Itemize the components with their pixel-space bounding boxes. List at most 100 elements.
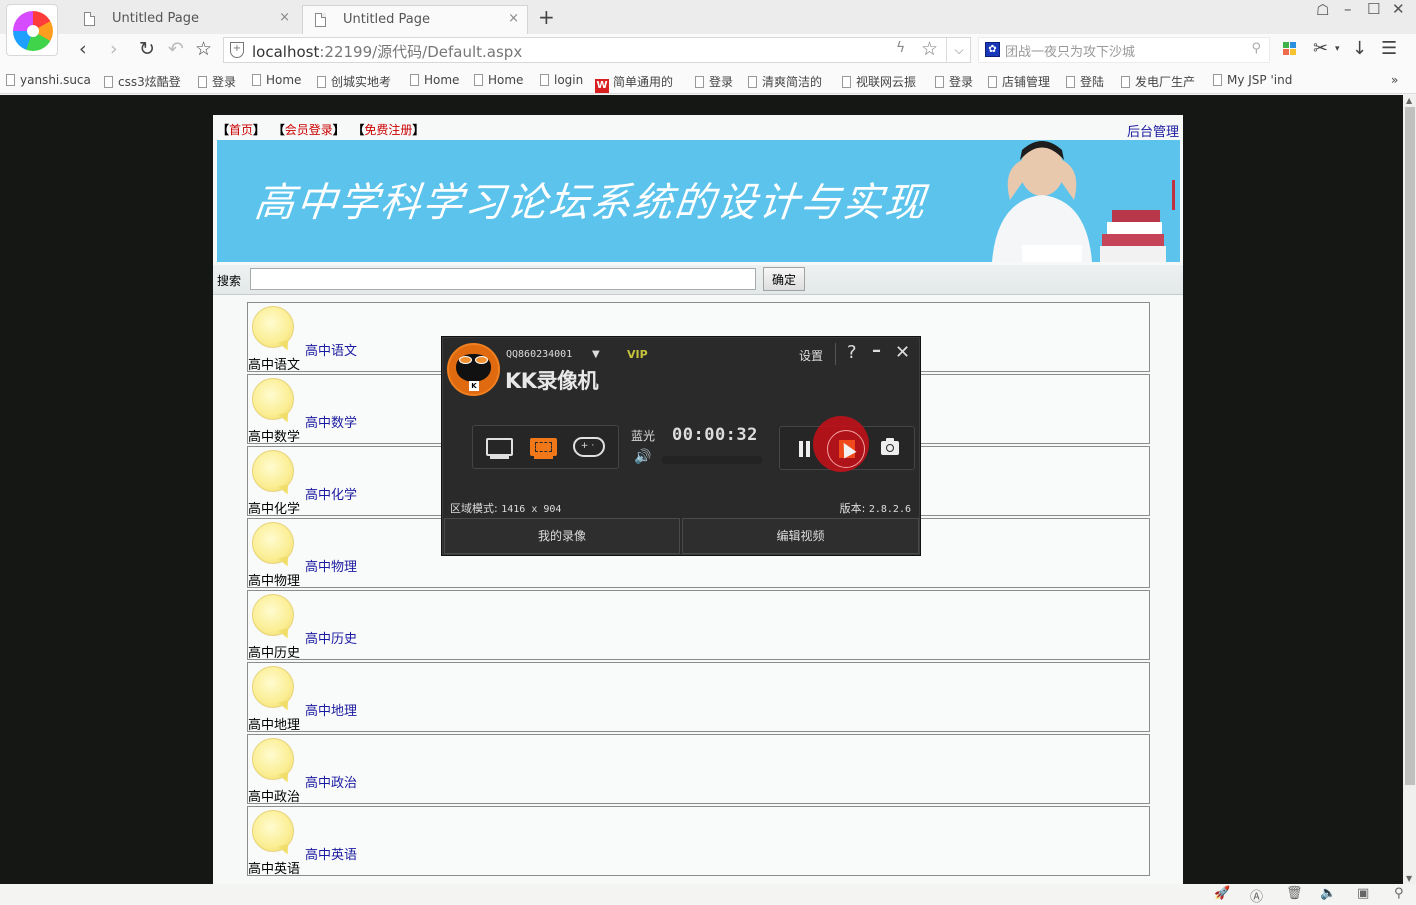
- trash-icon[interactable]: 🗑: [1286, 886, 1303, 901]
- undo-close-button[interactable]: ↶: [168, 38, 184, 60]
- bookmark-item[interactable]: Home: [252, 73, 301, 87]
- game-mode-icon[interactable]: +·: [573, 436, 605, 458]
- forum-link[interactable]: 高中英语: [305, 844, 357, 863]
- kk-settings-button[interactable]: 设置: [799, 347, 823, 364]
- close-window-button[interactable]: ✕: [1392, 0, 1405, 18]
- account-dropdown-icon[interactable]: ▼: [592, 349, 600, 360]
- bookmark-item[interactable]: 登录: [935, 73, 973, 90]
- register-link[interactable]: 免费注册: [364, 123, 412, 137]
- search-input[interactable]: [250, 268, 756, 290]
- tab-bar: Untitled Page × Untitled Page × + ☖ – ☐ …: [0, 0, 1416, 34]
- bookmark-item[interactable]: My JSP 'ind: [1213, 73, 1292, 87]
- kk-close-button[interactable]: ✕: [895, 342, 910, 363]
- tab-untitled-page-1[interactable]: Untitled Page ×: [72, 5, 298, 34]
- bookmark-item[interactable]: css3炫酷登: [104, 73, 181, 90]
- skin-icon[interactable]: ☖: [1316, 1, 1329, 19]
- url-text[interactable]: localhost:22199/源代码/Default.aspx: [252, 41, 522, 62]
- tab-title: Untitled Page: [343, 12, 431, 27]
- bookmark-item[interactable]: 登录: [695, 73, 733, 90]
- search-box[interactable]: ✿ 团战一夜只为攻下沙城 ⚲: [978, 37, 1270, 63]
- forum-link[interactable]: 高中化学: [305, 484, 357, 503]
- forum-name: 高中语文: [248, 358, 301, 373]
- forum-link[interactable]: 高中语文: [305, 340, 357, 359]
- scroll-up-icon[interactable]: ▲: [1406, 96, 1412, 105]
- search-icon[interactable]: ⚲: [1251, 41, 1261, 56]
- bookmark-item[interactable]: 登录: [198, 73, 236, 90]
- kk-minimize-button[interactable]: –: [872, 340, 881, 361]
- bookmark-item[interactable]: Home: [474, 73, 523, 87]
- bookmark-item[interactable]: 视联网云振: [842, 73, 916, 90]
- bookmark-item[interactable]: W 简单通用的: [595, 73, 673, 93]
- menu-icon[interactable]: ☰: [1381, 38, 1397, 59]
- new-tab-button[interactable]: +: [538, 5, 555, 29]
- forum-link[interactable]: 高中地理: [305, 700, 357, 719]
- back-button[interactable]: ‹: [79, 38, 87, 60]
- search-confirm-button[interactable]: 确定: [763, 267, 805, 291]
- forum-link[interactable]: 高中物理: [305, 556, 357, 575]
- forum-bubble-icon: [252, 522, 294, 564]
- favorite-star-icon[interactable]: ☆: [921, 38, 938, 60]
- site-banner: 高中学科学习论坛系统的设计与实现: [217, 140, 1180, 262]
- pause-icon[interactable]: [799, 441, 811, 457]
- record-controls: [779, 416, 915, 472]
- admin-link[interactable]: 后台管理: [1127, 121, 1179, 140]
- chevron-down-icon[interactable]: ⌵: [946, 38, 971, 62]
- download-icon[interactable]: ↓: [1352, 38, 1367, 59]
- bookmark-item[interactable]: login: [540, 73, 583, 87]
- security-shield-icon: +: [230, 42, 244, 58]
- scissors-icon[interactable]: ✂: [1313, 38, 1328, 59]
- audio-level-meter: [662, 456, 762, 464]
- tab-untitled-page-2[interactable]: Untitled Page ×: [302, 5, 528, 34]
- bookmark-item[interactable]: yanshi.suca: [6, 73, 91, 87]
- forum-link[interactable]: 高中政治: [305, 772, 357, 791]
- apps-grid-icon[interactable]: [1283, 42, 1297, 56]
- maximize-button[interactable]: ☐: [1367, 0, 1380, 18]
- forum-link[interactable]: 高中数学: [305, 412, 357, 431]
- camera-icon[interactable]: [881, 438, 899, 455]
- forum-bubble-icon: [252, 378, 294, 420]
- sound-icon[interactable]: 🔈: [1320, 886, 1336, 901]
- fullscreen-mode-icon[interactable]: [486, 436, 514, 459]
- scrollbar-thumb[interactable]: [1405, 107, 1415, 785]
- bookmark-star-icon[interactable]: ☆: [195, 38, 212, 60]
- scissors-dropdown-icon[interactable]: ▾: [1335, 44, 1340, 54]
- reload-button[interactable]: ↻: [139, 38, 155, 60]
- volume-icon[interactable]: 🔊: [634, 449, 651, 465]
- forward-button[interactable]: ›: [110, 38, 118, 60]
- kk-account[interactable]: QQ860234001: [506, 349, 572, 360]
- help-icon[interactable]: ?: [847, 342, 857, 363]
- browser-logo[interactable]: [6, 4, 58, 56]
- search-placeholder[interactable]: 团战一夜只为攻下沙城: [1005, 41, 1135, 60]
- window-icon[interactable]: ▣: [1357, 886, 1369, 901]
- bookmark-item[interactable]: 清爽简洁的: [748, 73, 822, 90]
- bookmark-item[interactable]: 发电厂生产: [1121, 73, 1195, 90]
- quality-selector[interactable]: 蓝光: [631, 427, 655, 444]
- vip-badge[interactable]: VIP: [627, 348, 648, 361]
- page-scrollbar[interactable]: ▲ ▼: [1403, 95, 1416, 884]
- bookmark-item[interactable]: 店铺管理: [988, 73, 1050, 90]
- forum-name: 高中化学: [248, 502, 301, 517]
- student-illustration: [992, 141, 1175, 262]
- minimize-button[interactable]: –: [1344, 0, 1352, 18]
- browser-logo-icon: [13, 11, 53, 51]
- member-login-link[interactable]: 会员登录: [285, 123, 333, 137]
- forum-link[interactable]: 高中历史: [305, 628, 357, 647]
- address-bar[interactable]: + localhost:22199/源代码/Default.aspx ϟ ☆ ⌵: [223, 37, 971, 63]
- bookmark-item[interactable]: 登陆: [1066, 73, 1104, 90]
- bookmark-item[interactable]: 创城实地考: [317, 73, 391, 90]
- my-videos-button[interactable]: 我的录像: [444, 518, 680, 554]
- zoom-search-icon[interactable]: ⚲: [1394, 886, 1404, 901]
- tab-close-icon[interactable]: ×: [508, 11, 519, 26]
- lightning-icon[interactable]: ϟ: [896, 40, 905, 56]
- speedup-icon[interactable]: Ⓐ: [1250, 886, 1263, 905]
- scroll-down-icon[interactable]: ▼: [1406, 874, 1412, 883]
- search-label: 搜索: [217, 274, 242, 288]
- region-mode-icon[interactable]: [530, 436, 558, 459]
- tab-close-icon[interactable]: ×: [279, 10, 290, 25]
- rocket-icon[interactable]: 🚀: [1214, 886, 1230, 901]
- bookmarks-more-button[interactable]: »: [1391, 73, 1398, 87]
- search-row: 搜索 确定: [213, 265, 1183, 295]
- home-link[interactable]: 首页: [229, 123, 253, 137]
- bookmark-item[interactable]: Home: [410, 73, 459, 87]
- edit-video-button[interactable]: 编辑视频: [682, 518, 919, 554]
